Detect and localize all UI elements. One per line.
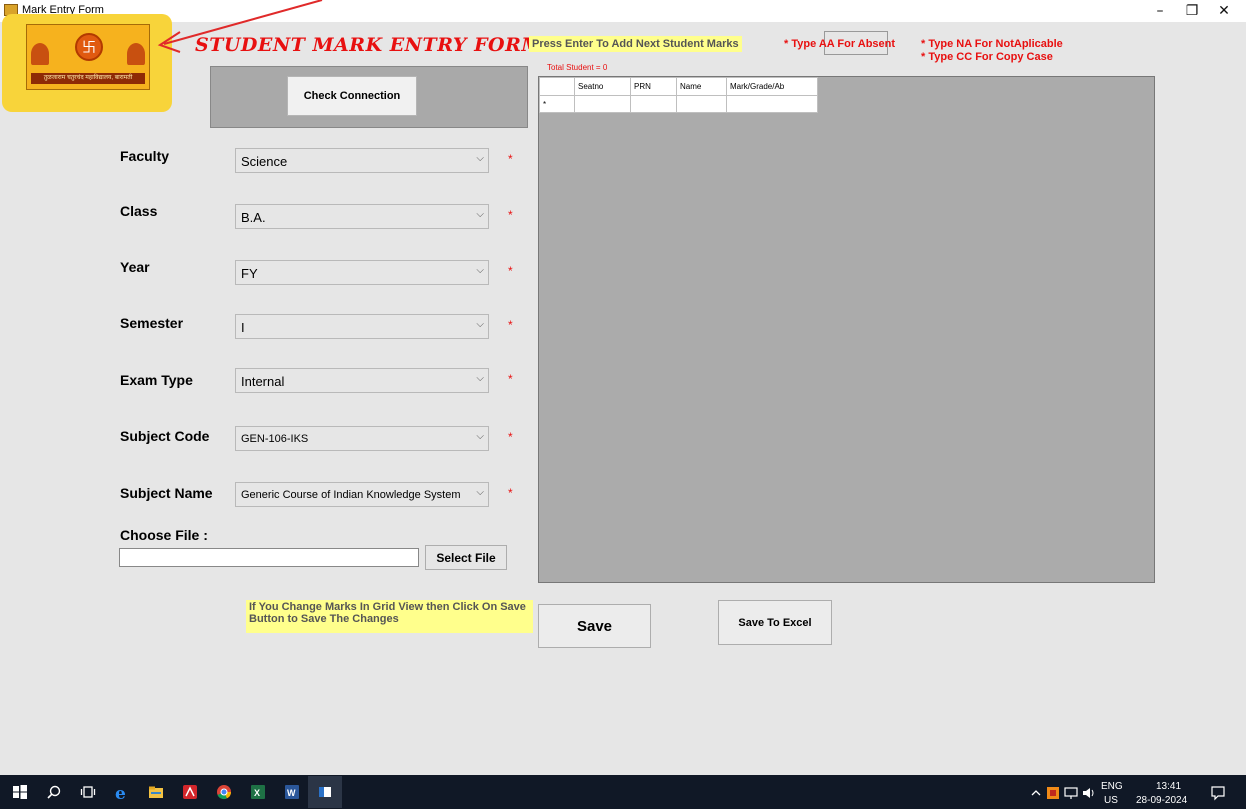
column-header[interactable]: Name <box>676 77 727 96</box>
class-value: B.A. <box>241 210 266 225</box>
grid-cell-seatno[interactable] <box>574 95 631 113</box>
grid-cell-prn[interactable] <box>630 95 677 113</box>
semester-dropdown[interactable]: I ⌵ <box>235 314 489 339</box>
exam-type-value: Internal <box>241 374 285 389</box>
enter-hint: Press Enter To Add Next Student Marks <box>529 36 742 52</box>
task-view-icon[interactable] <box>80 784 96 800</box>
volume-icon[interactable] <box>1082 786 1096 800</box>
choose-file-label: Choose File : <box>120 527 208 543</box>
faculty-dropdown[interactable]: Science ⌵ <box>235 148 489 173</box>
language-indicator[interactable]: ENG <box>1101 781 1123 792</box>
chevron-down-icon: ⌵ <box>476 153 484 164</box>
select-file-button[interactable]: Select File <box>425 545 507 570</box>
subject-name-dropdown[interactable]: Generic Course of Indian Knowledge Syste… <box>235 482 489 507</box>
required-marker: * <box>508 152 513 166</box>
word-icon[interactable]: W <box>284 784 300 800</box>
file-explorer-icon[interactable] <box>148 784 164 800</box>
faculty-label: Faculty <box>120 148 170 164</box>
marks-grid[interactable]: Seatno PRN Name Mark/Grade/Ab * <box>538 76 1155 583</box>
svg-text:W: W <box>287 788 296 798</box>
hint-copy-case: * Type CC For Copy Case <box>921 51 1053 63</box>
chevron-down-icon: ⌵ <box>476 487 484 498</box>
clock-time[interactable]: 13:41 <box>1156 781 1181 792</box>
logo-emblem-right <box>127 43 145 65</box>
tray-app-icon[interactable] <box>1046 786 1060 800</box>
chevron-down-icon: ⌵ <box>476 209 484 220</box>
network-icon[interactable] <box>1064 786 1078 800</box>
subject-name-label: Subject Name <box>120 485 213 501</box>
notification-icon[interactable] <box>1210 785 1226 801</box>
windows-start-icon[interactable] <box>12 784 28 800</box>
search-icon[interactable] <box>46 784 62 800</box>
chevron-down-icon: ⌵ <box>476 373 484 384</box>
column-header[interactable]: Mark/Grade/Ab <box>726 77 818 96</box>
exam-type-dropdown[interactable]: Internal ⌵ <box>235 368 489 393</box>
year-value: FY <box>241 266 258 281</box>
logo-band-text: तुळजाराम चतुरचंद महाविद्यालय, बारामती <box>31 73 145 84</box>
close-button[interactable]: ✕ <box>1204 0 1244 22</box>
faculty-value: Science <box>241 154 288 169</box>
acrobat-reader-icon[interactable] <box>182 784 198 800</box>
required-marker: * <box>508 430 513 444</box>
column-header[interactable]: PRN <box>630 77 677 96</box>
semester-value: I <box>241 320 245 335</box>
hint-not-applicable: * Type NA For NotAplicable <box>921 38 1063 50</box>
form-title: STUDENT MARK ENTRY FORM <box>195 34 543 56</box>
year-dropdown[interactable]: FY ⌵ <box>235 260 489 285</box>
clock-date[interactable]: 28-09-2024 <box>1136 795 1187 806</box>
excel-icon[interactable]: X <box>250 784 266 800</box>
svg-text:e: e <box>115 784 126 800</box>
grid-table: Seatno PRN Name Mark/Grade/Ab * <box>539 77 818 113</box>
semester-label: Semester <box>120 315 184 331</box>
total-student-count: Total Student = 0 <box>547 63 608 72</box>
save-button[interactable]: Save <box>538 604 651 648</box>
grid-cell-name[interactable] <box>676 95 727 113</box>
chevron-down-icon: ⌵ <box>476 319 484 330</box>
college-logo: 卐 तुळजाराम चतुरचंद महाविद्यालय, बारामती <box>26 24 150 90</box>
mark-entry-app-icon[interactable] <box>317 784 333 800</box>
subject-name-value: Generic Course of Indian Knowledge Syste… <box>241 489 461 501</box>
subject-code-value: GEN-106-IKS <box>241 433 309 445</box>
check-connection-button[interactable]: Check Connection <box>287 76 417 116</box>
subject-code-dropdown[interactable]: GEN-106-IKS ⌵ <box>235 426 489 451</box>
class-dropdown[interactable]: B.A. ⌵ <box>235 204 489 229</box>
class-label: Class <box>120 203 158 219</box>
exam-type-label: Exam Type <box>120 372 193 388</box>
year-label: Year <box>120 259 150 275</box>
chevron-down-icon: ⌵ <box>476 265 484 276</box>
file-path-input[interactable] <box>119 548 419 567</box>
new-row-marker: * <box>539 95 575 113</box>
save-to-excel-button[interactable]: Save To Excel <box>718 600 832 645</box>
internet-explorer-icon[interactable]: e <box>114 784 130 800</box>
region-indicator[interactable]: US <box>1104 795 1118 806</box>
grid-cell-mark[interactable] <box>726 95 818 113</box>
hint-absent: * Type AA For Absent <box>784 38 896 50</box>
required-marker: * <box>508 208 513 222</box>
required-marker: * <box>508 264 513 278</box>
logo-emblem-left <box>31 43 49 65</box>
required-marker: * <box>508 486 513 500</box>
chevron-down-icon: ⌵ <box>476 431 484 442</box>
logo-symbol: 卐 <box>75 33 103 61</box>
required-marker: * <box>508 372 513 386</box>
save-changes-note: If You Change Marks In Grid View then Cl… <box>246 600 533 633</box>
grid-corner-cell <box>539 77 575 96</box>
chevron-up-icon[interactable] <box>1030 787 1042 799</box>
chrome-icon[interactable] <box>216 784 232 800</box>
required-marker: * <box>508 318 513 332</box>
svg-text:X: X <box>254 788 260 798</box>
column-header[interactable]: Seatno <box>574 77 631 96</box>
subject-code-label: Subject Code <box>120 428 210 444</box>
